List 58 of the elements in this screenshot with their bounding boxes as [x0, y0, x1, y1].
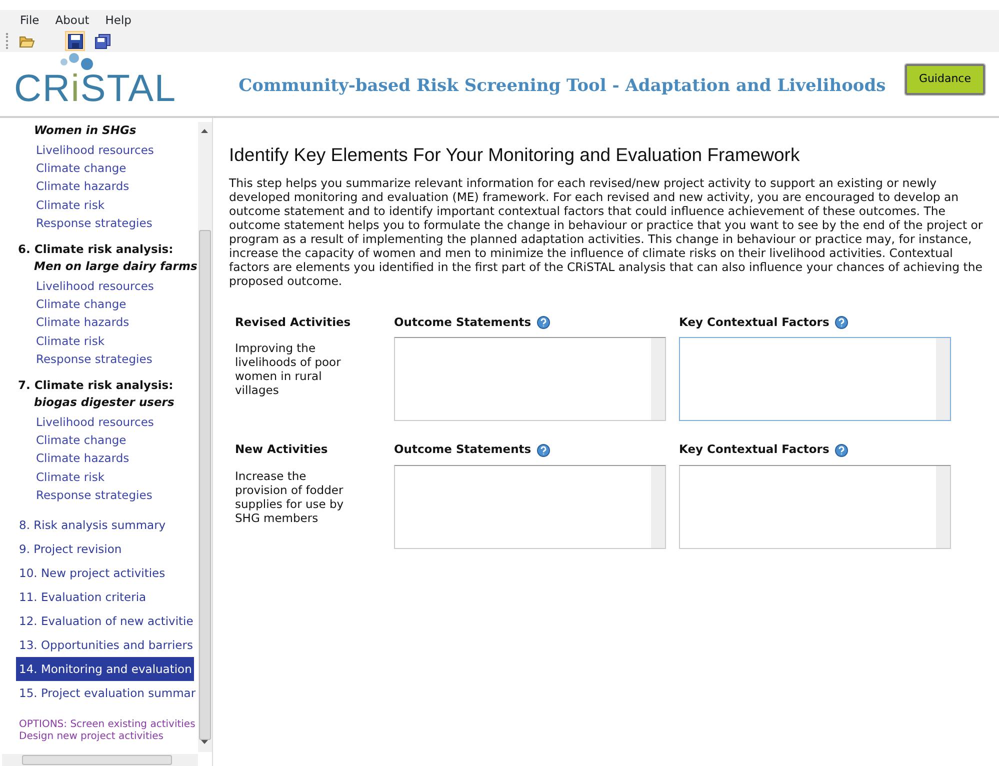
- sidebar-link[interactable]: Livelihood resources: [0, 141, 198, 160]
- menu-item[interactable]: Help: [97, 10, 140, 30]
- sidebar-link[interactable]: Climate change: [0, 159, 198, 178]
- section-label: Revised Activities: [234, 314, 352, 332]
- column-label: Key Contextual Factors: [679, 314, 830, 332]
- sidebar-link[interactable]: Climate hazards: [0, 313, 198, 332]
- app-title: Community-based Risk Screening Tool - Adaptation and Livelihoods: [238, 75, 886, 98]
- column-label: Key Contextual Factors: [679, 441, 830, 458]
- sidebar-link[interactable]: Climate change: [0, 431, 198, 450]
- column-label: Outcome Statements: [394, 314, 532, 332]
- sidebar-link[interactable]: Climate risk: [0, 332, 198, 350]
- section-label: New Activities: [234, 441, 329, 458]
- vertical-scrollbar[interactable]: [198, 122, 212, 752]
- option-link[interactable]: OPTIONS: Screen existing activities: [0, 719, 198, 732]
- floppy-disk-button[interactable]: [65, 31, 85, 51]
- scroll-down-arrow-icon[interactable]: [201, 739, 208, 746]
- sidebar-step[interactable]: 11. Evaluation criteria: [16, 585, 194, 610]
- sidebar-step[interactable]: 13. Opportunities and barriers: [16, 633, 194, 658]
- menu-item[interactable]: File: [12, 10, 48, 30]
- section-heading: 6. Climate risk analysis:: [17, 241, 174, 258]
- sidebar-link[interactable]: Climate hazards: [0, 177, 198, 196]
- floppy-disks-icon: [95, 34, 111, 48]
- sidebar-step[interactable]: 12. Evaluation of new activitie: [16, 609, 194, 634]
- help-icon[interactable]: [835, 444, 848, 457]
- horizontal-scrollbar[interactable]: [2, 754, 198, 766]
- intro-paragraph: This step helps you summarize relevant information for each revised/new project activity to support an existing or newly developed monitoring and evaluation (ME) framework. For each revised and new activity, you are encouraged to develop an outcome statement and to identify important contextual factors that could influence achievement of these outcomes. The outcome statement helps you to formulate the change in behaviour or practice that you want to see by the end of the project or program as a result of implementing the planned adaptation activities. This change in behaviour or practice may, for instance, increase the capacity of women and men to minimize the influence of climate risks on their livelihood activities. Contextual factors are elements you identified in the first part of the CRiSTAL analysis that can also influence your chances of achieving the proposed outcome.: [229, 176, 983, 288]
- section-subtitle: biogas digester users: [33, 394, 176, 410]
- help-icon[interactable]: [537, 316, 550, 330]
- scroll-up-arrow-icon[interactable]: [201, 128, 208, 135]
- section-subtitle: Women in SHGs: [33, 122, 138, 138]
- sidebar-link[interactable]: Climate risk: [0, 196, 198, 214]
- page-heading: Identify Key Elements For Your Monitoring and Evaluation Framework: [229, 144, 801, 166]
- sidebar-link[interactable]: Livelihood resources: [0, 277, 198, 296]
- floppy-disks-button[interactable]: [93, 31, 113, 51]
- sidebar-link[interactable]: Climate risk: [0, 468, 198, 486]
- guidance-button[interactable]: Guidance: [904, 64, 985, 94]
- activity-text: Improving the livelihoods of poor women in rural villages: [234, 340, 342, 400]
- sidebar-link[interactable]: Response strategies: [0, 350, 198, 368]
- help-icon[interactable]: [537, 444, 550, 457]
- sidebar-link[interactable]: Response strategies: [0, 486, 198, 504]
- section-subtitle: Men on large dairy farms: [33, 258, 198, 274]
- help-icon[interactable]: [835, 316, 848, 330]
- sidebar-step[interactable]: 10. New project activities: [16, 561, 194, 586]
- folder-icon: [19, 34, 35, 48]
- sidebar-link[interactable]: Livelihood resources: [0, 413, 198, 432]
- sidebar-link[interactable]: Climate change: [0, 295, 198, 314]
- sidebar-step[interactable]: 15. Project evaluation summar: [16, 681, 194, 706]
- option-link[interactable]: Design new project activities: [0, 731, 198, 744]
- menu-item[interactable]: About: [47, 10, 98, 30]
- logo: CRiSTAL: [14, 70, 177, 108]
- sidebar-step[interactable]: 14. Monitoring and evaluation: [16, 657, 194, 682]
- sidebar-step[interactable]: 8. Risk analysis summary: [16, 513, 194, 538]
- section-heading: 7. Climate risk analysis:: [17, 377, 174, 394]
- sidebar-step[interactable]: 9. Project revision: [16, 537, 194, 562]
- activity-text: Increase the provision of fodder supplies for use by SHG members: [234, 468, 345, 527]
- column-label: Outcome Statements: [394, 441, 532, 458]
- sidebar-link[interactable]: Response strategies: [0, 214, 198, 232]
- sidebar-link[interactable]: Climate hazards: [0, 449, 198, 468]
